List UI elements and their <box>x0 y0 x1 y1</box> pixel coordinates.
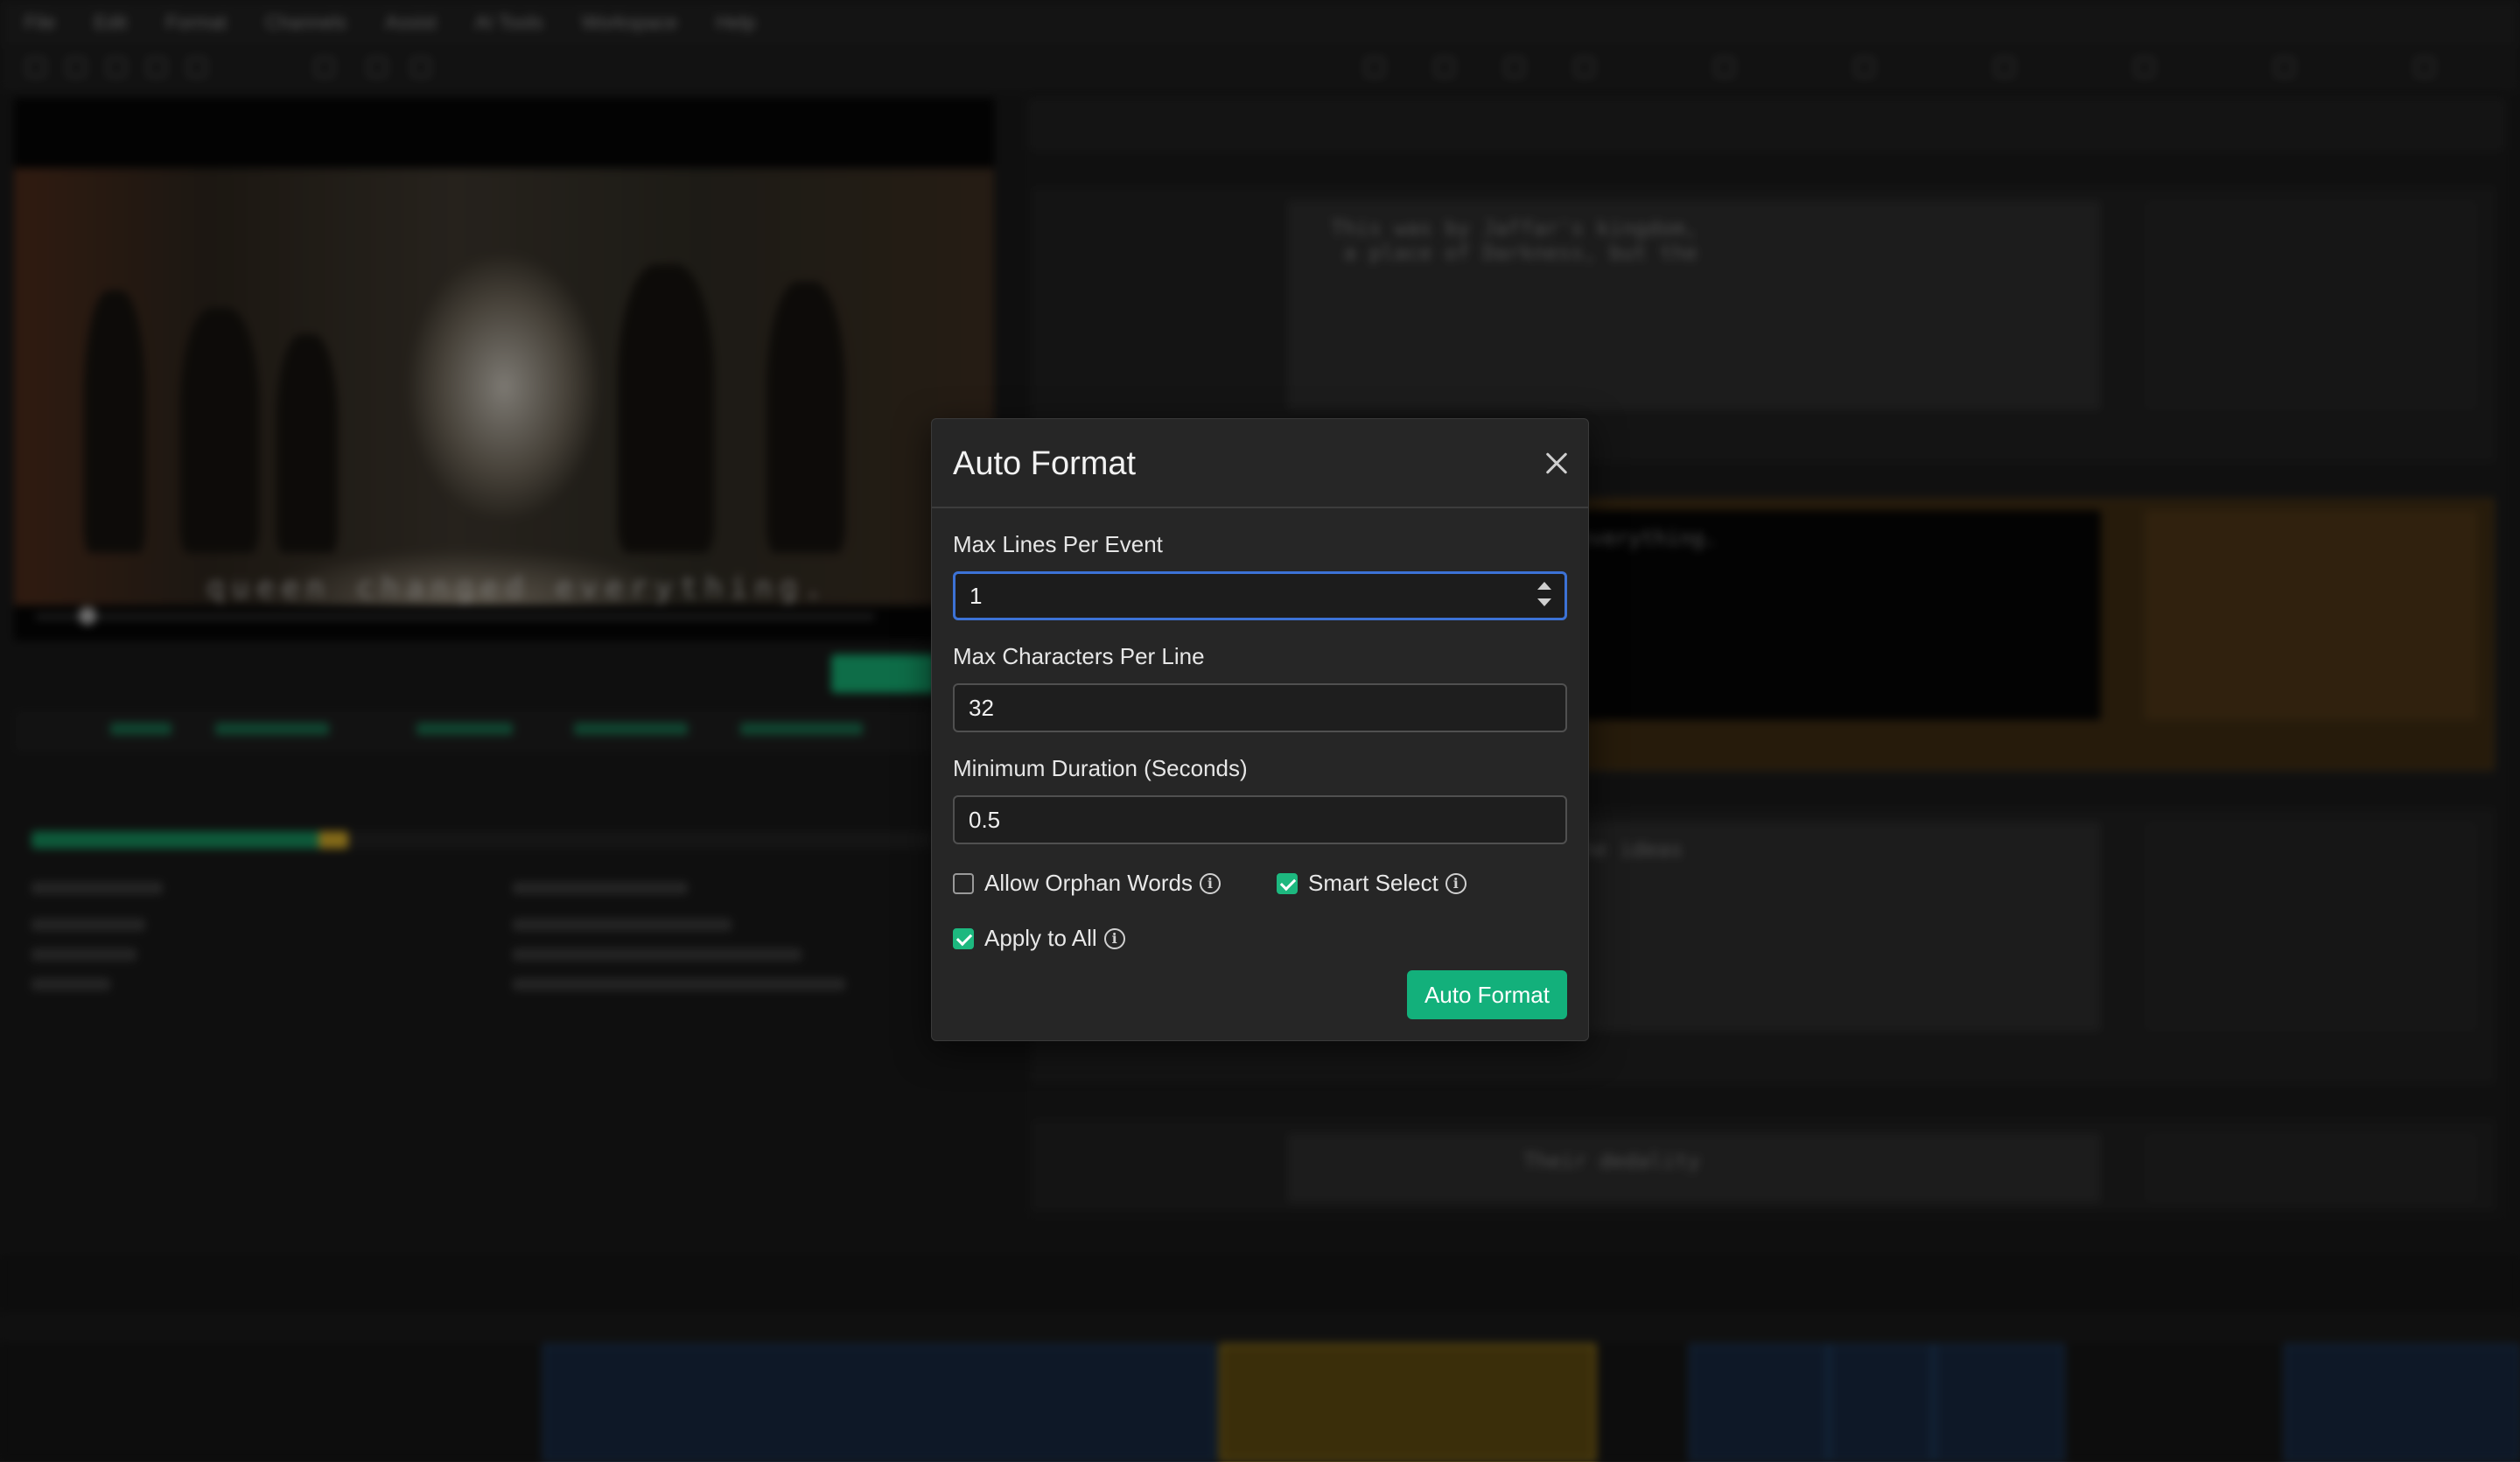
allow-orphan-option[interactable]: Allow Orphan Words i <box>953 870 1221 897</box>
smart-select-option[interactable]: Smart Select i <box>1277 870 1466 897</box>
apply-all-option[interactable]: Apply to All i <box>953 925 1125 952</box>
max-lines-wrapper <box>953 571 1567 620</box>
info-icon[interactable]: i <box>1103 927 1125 949</box>
spinner-up-icon[interactable] <box>1537 582 1551 590</box>
apply-all-checkbox[interactable] <box>953 927 974 949</box>
allow-orphan-label: Allow Orphan Words <box>984 870 1193 896</box>
max-chars-label: Max Characters Per Line <box>953 643 1205 669</box>
auto-format-button[interactable]: Auto Format <box>1406 970 1567 1019</box>
info-icon[interactable]: i <box>1199 872 1221 894</box>
smart-select-checkbox[interactable] <box>1277 872 1298 894</box>
dialog-header: Auto Format <box>932 419 1588 508</box>
dialog-title: Auto Format <box>953 445 1137 482</box>
min-duration-label: Minimum Duration (Seconds) <box>953 755 1248 781</box>
auto-format-dialog: Auto Format Max Lines Per Event Max Char… <box>931 418 1589 1041</box>
max-lines-label: Max Lines Per Event <box>953 531 1163 557</box>
max-chars-input[interactable] <box>953 683 1567 732</box>
number-spinner[interactable] <box>1537 578 1551 610</box>
max-lines-input[interactable] <box>953 571 1567 620</box>
min-duration-input[interactable] <box>953 795 1567 844</box>
smart-select-label: Smart Select <box>1308 870 1438 896</box>
spinner-down-icon[interactable] <box>1537 598 1551 606</box>
info-icon[interactable]: i <box>1445 872 1466 894</box>
apply-all-label: Apply to All <box>984 925 1097 951</box>
allow-orphan-checkbox[interactable] <box>953 872 974 894</box>
close-icon[interactable] <box>1539 445 1574 480</box>
